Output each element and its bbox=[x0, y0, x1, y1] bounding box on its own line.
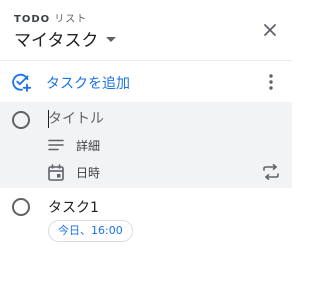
text-cursor bbox=[48, 110, 49, 128]
add-task-icon[interactable] bbox=[10, 71, 32, 93]
close-icon bbox=[264, 24, 276, 36]
repeat-icon bbox=[263, 164, 279, 180]
add-details-button[interactable]: 詳細 bbox=[48, 134, 100, 156]
repeat-button[interactable] bbox=[260, 161, 282, 183]
add-task-row: タスクを追加 bbox=[0, 64, 292, 100]
complete-task-checkbox[interactable] bbox=[12, 111, 30, 129]
list-selector[interactable]: マイタスク bbox=[14, 26, 117, 51]
more-vert-icon bbox=[269, 74, 273, 90]
app-label-suffix: リスト bbox=[54, 14, 88, 25]
close-button[interactable] bbox=[258, 18, 282, 42]
more-options-button[interactable] bbox=[260, 70, 282, 94]
task-title-input[interactable] bbox=[48, 108, 248, 130]
details-label: 詳細 bbox=[76, 138, 101, 153]
add-task-button[interactable]: タスクを追加 bbox=[46, 73, 130, 93]
app-label: TODO リスト bbox=[14, 10, 87, 25]
calendar-icon bbox=[48, 163, 64, 181]
tasks-panel: TODO リスト マイタスク タスクを追加 タイトル 詳細 日時 タスク1 今日… bbox=[0, 0, 292, 284]
due-date-chip[interactable]: 今日、16:00 bbox=[48, 220, 133, 242]
app-label-prefix: TODO bbox=[14, 14, 51, 25]
caret-down-icon bbox=[106, 36, 117, 42]
list-title: マイタスク bbox=[14, 30, 99, 51]
add-date-button[interactable]: 日時 bbox=[48, 160, 100, 184]
complete-task-checkbox[interactable] bbox=[12, 198, 30, 216]
panel-header: TODO リスト マイタスク bbox=[0, 0, 292, 60]
date-label: 日時 bbox=[76, 165, 101, 180]
task-title[interactable]: タスク1 bbox=[48, 197, 99, 217]
task-item[interactable]: タスク1 今日、16:00 bbox=[0, 192, 292, 248]
header-divider bbox=[0, 60, 292, 61]
editing-task: 詳細 日時 bbox=[0, 102, 292, 188]
notes-icon bbox=[48, 139, 64, 151]
